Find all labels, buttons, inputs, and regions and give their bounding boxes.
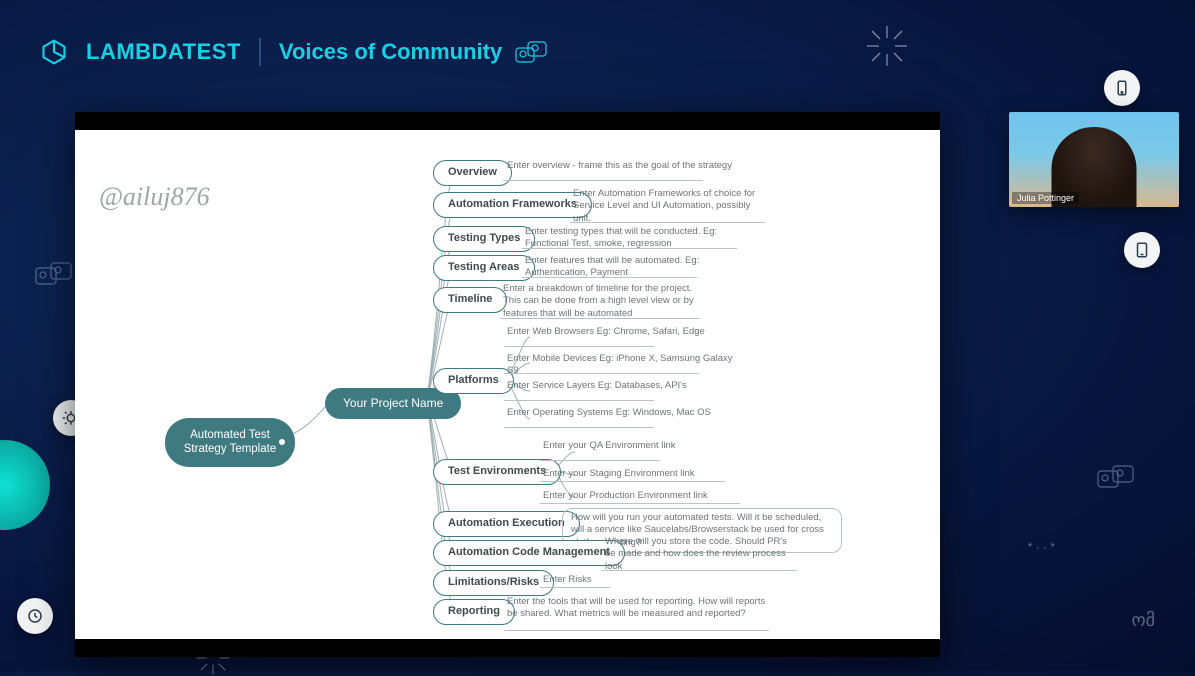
note-code: Where will you store the code. Should PR… xyxy=(605,536,795,573)
topic-report: Reporting xyxy=(433,599,515,625)
topic-areas: Testing Areas xyxy=(433,255,535,281)
header-tagline: Voices of Community xyxy=(279,39,548,65)
note-areas: Enter features that will be automated. E… xyxy=(525,255,755,280)
topic-risks: Limitations/Risks xyxy=(433,570,554,596)
clock-icon xyxy=(17,598,53,634)
note-envs-0: Enter your QA Environment link xyxy=(543,440,676,452)
topic-frameworks: Automation Frameworks xyxy=(433,192,592,218)
presentation-stage: @ailuj876 xyxy=(75,112,940,657)
note-platforms-2: Enter Service Layers Eg: Databases, API'… xyxy=(507,380,687,392)
topic-exec: Automation Execution xyxy=(433,511,580,537)
mindmap-slide: @ailuj876 xyxy=(75,130,940,639)
presenter-webcam: Julia Pottinger xyxy=(1009,112,1179,207)
app-header: LAMBDATEST Voices of Community xyxy=(40,38,548,66)
community-icon xyxy=(514,41,548,65)
tablet-icon xyxy=(1124,232,1160,268)
topic-platforms: Platforms xyxy=(433,368,514,394)
brand-logo-icon xyxy=(40,38,68,66)
mobile-icon xyxy=(1104,70,1140,106)
note-platforms-0: Enter Web Browsers Eg: Chrome, Safari, E… xyxy=(507,326,705,338)
note-frameworks: Enter Automation Frameworks of choice fo… xyxy=(573,188,763,225)
note-report: Enter the tools that will be used for re… xyxy=(507,596,767,621)
topic-timeline: Timeline xyxy=(433,287,507,313)
topic-overview: Overview xyxy=(433,160,512,186)
topic-code: Automation Code Management xyxy=(433,540,625,566)
note-types: Enter testing types that will be conduct… xyxy=(525,226,755,251)
presenter-name: Julia Pottinger xyxy=(1012,192,1079,204)
note-timeline: Enter a breakdown of timeline for the pr… xyxy=(503,283,698,320)
topic-types: Testing Types xyxy=(433,226,535,252)
note-risks: Enter Risks xyxy=(543,574,592,586)
note-envs-1: Enter your Staging Environment link xyxy=(543,468,695,480)
presenter-handle: @ailuj876 xyxy=(99,182,210,212)
brand-name: LAMBDATEST xyxy=(86,39,241,65)
header-divider xyxy=(259,38,261,66)
mindmap-root: Automated Test Strategy Template xyxy=(165,418,295,467)
note-envs-2: Enter your Production Environment link xyxy=(543,490,708,502)
note-overview: Enter overview - frame this as the goal … xyxy=(507,160,732,172)
note-platforms-3: Enter Operating Systems Eg: Windows, Mac… xyxy=(507,407,711,419)
